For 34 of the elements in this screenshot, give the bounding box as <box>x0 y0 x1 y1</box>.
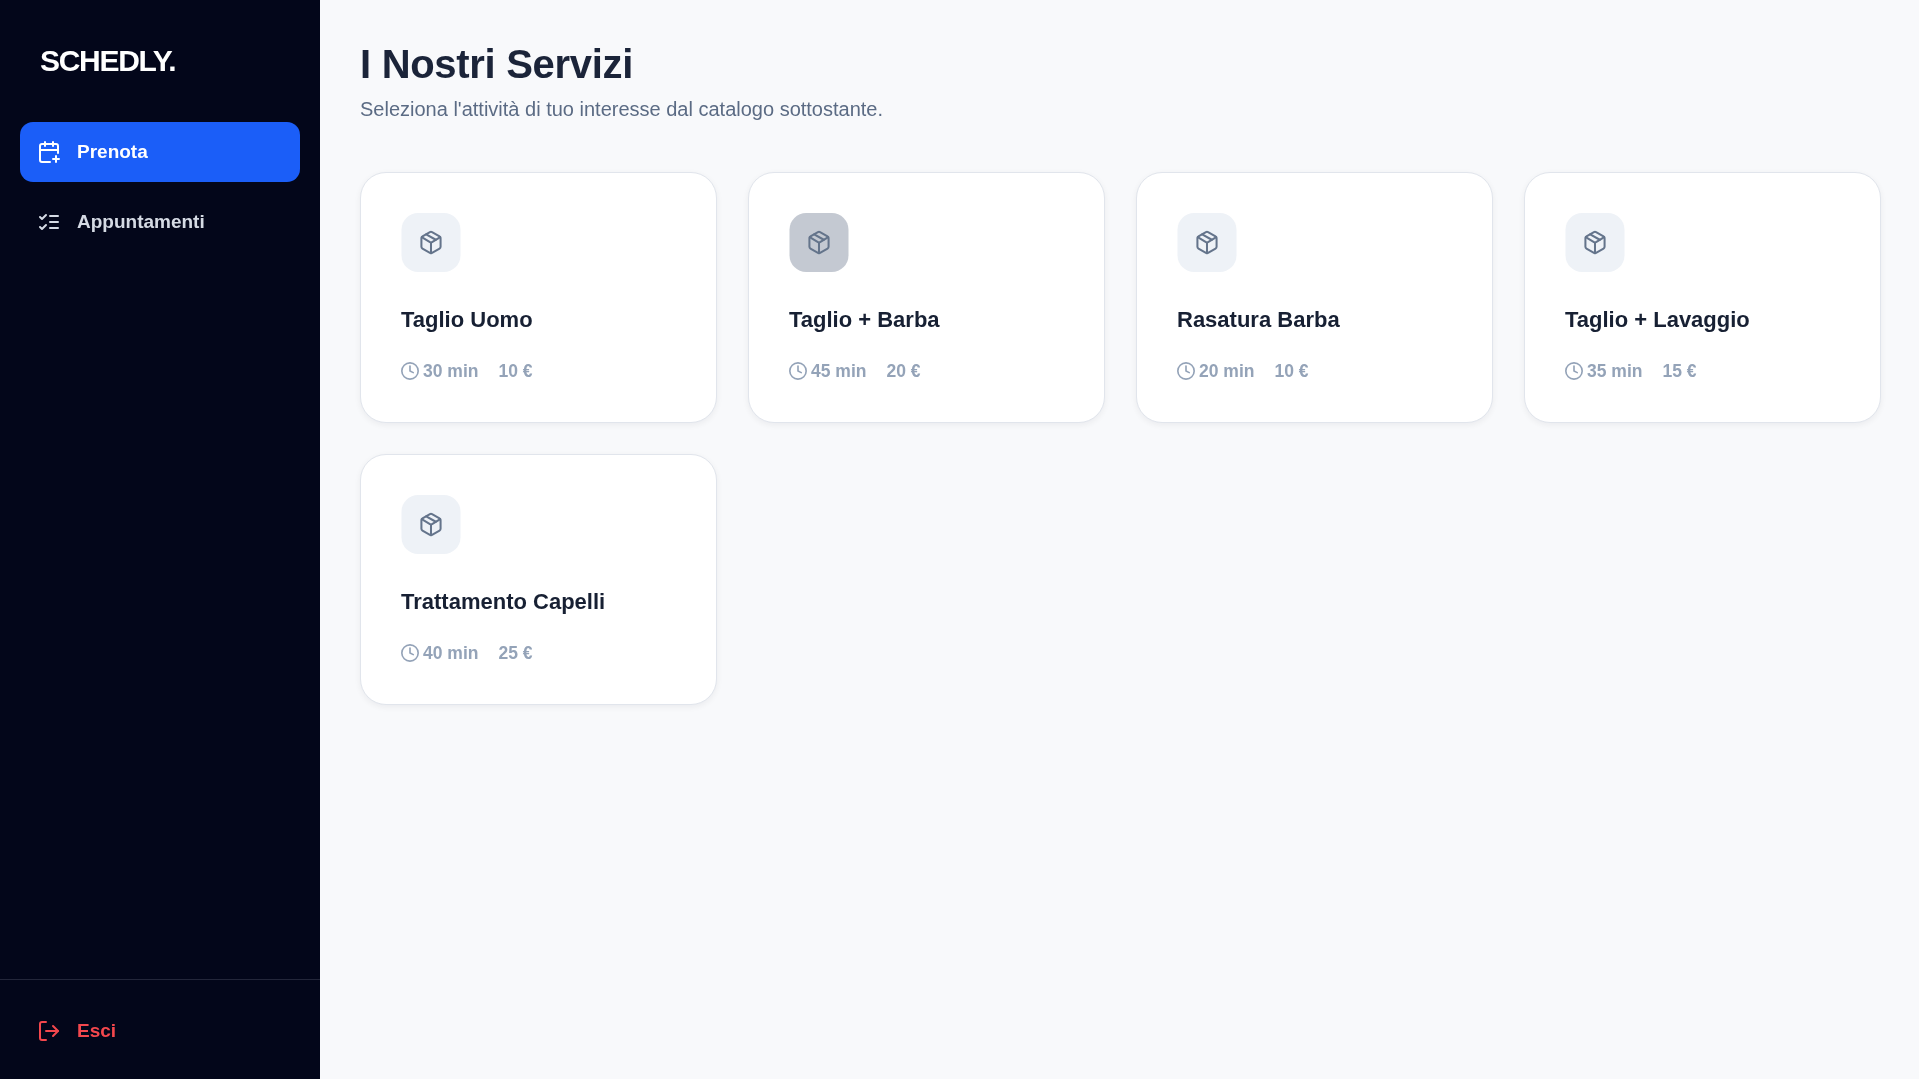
logout-icon <box>38 1020 60 1042</box>
service-name: Taglio + Barba <box>789 306 941 333</box>
clock-icon <box>401 362 419 380</box>
service-duration: 30 min <box>423 360 479 382</box>
service-price: 10 € <box>1274 360 1309 382</box>
service-card[interactable]: Taglio + Barba 45 min 20 € <box>748 172 1105 423</box>
service-card[interactable]: Taglio + Lavaggio 35 min 15 € <box>1524 172 1881 423</box>
service-price: 10 € <box>498 360 533 382</box>
service-duration: 45 min <box>811 360 867 382</box>
service-price: 20 € <box>886 360 921 382</box>
service-name: Taglio + Lavaggio <box>1565 306 1751 333</box>
service-name: Taglio Uomo <box>401 306 534 333</box>
service-duration: 35 min <box>1587 360 1643 382</box>
page-subtitle: Seleziona l'attività di tuo interesse dal catalogo sottostante. <box>360 97 884 122</box>
calendar-plus-icon <box>38 141 60 163</box>
service-card[interactable]: Taglio Uomo 30 min 10 € <box>360 172 717 423</box>
service-price: 25 € <box>498 642 533 664</box>
checklist-icon <box>38 211 60 233</box>
clock-icon <box>1565 362 1583 380</box>
service-card[interactable]: Rasatura Barba 20 min 10 € <box>1136 172 1493 423</box>
logout-button[interactable]: Esci <box>20 1001 300 1061</box>
nav-item[interactable]: Appuntamenti <box>20 192 300 252</box>
service-duration: 20 min <box>1199 360 1255 382</box>
clock-icon <box>1177 362 1195 380</box>
page-title: I Nostri Servizi <box>360 41 634 88</box>
service-name: Trattamento Capelli <box>401 588 607 615</box>
service-name: Rasatura Barba <box>1177 306 1341 333</box>
service-card[interactable]: Trattamento Capelli 40 min 25 € <box>360 454 717 705</box>
app-logo: SCHEDLY. <box>40 43 176 79</box>
clock-icon <box>401 644 419 662</box>
service-duration: 40 min <box>423 642 479 664</box>
clock-icon <box>789 362 807 380</box>
service-price: 15 € <box>1662 360 1697 382</box>
nav-item[interactable]: Prenota <box>20 122 300 182</box>
